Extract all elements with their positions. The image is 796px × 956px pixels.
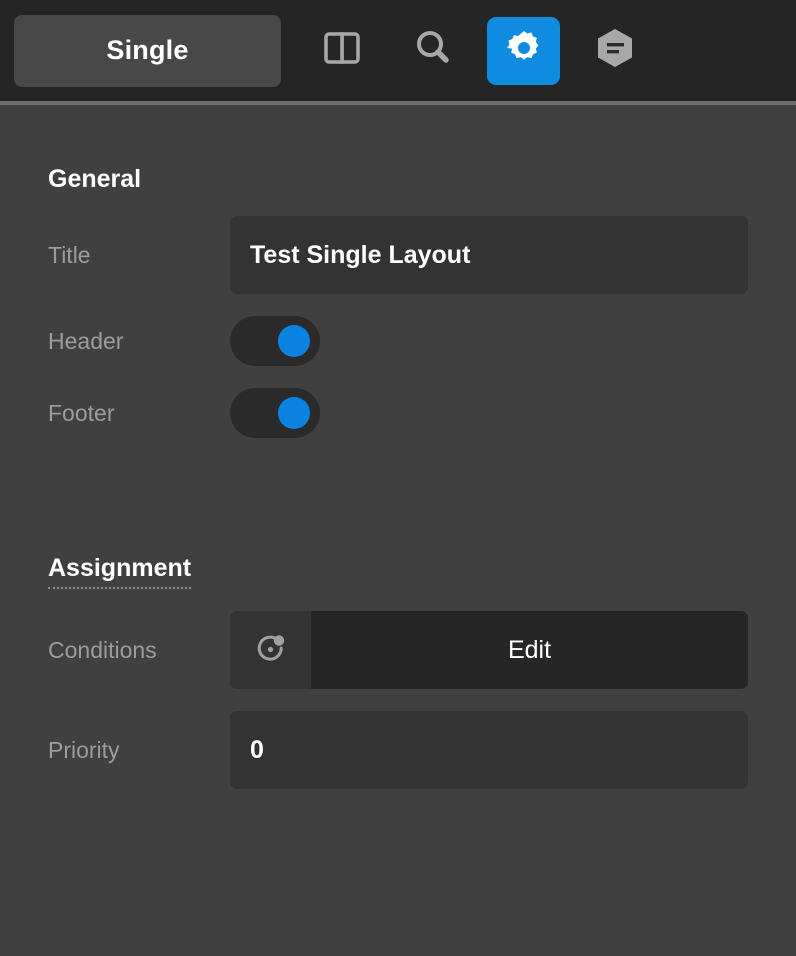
mode-button-single[interactable]: Single xyxy=(14,14,281,87)
title-label: Title xyxy=(48,241,91,268)
search-icon xyxy=(412,27,454,74)
footer-toggle-knob xyxy=(278,397,310,429)
settings-panel: General Title Test Single Layout Header … xyxy=(0,105,796,789)
row-footer: Footer xyxy=(48,388,748,438)
mode-button-label: Single xyxy=(106,35,189,65)
header-toggle-knob xyxy=(278,325,310,357)
conditions-icon-button[interactable] xyxy=(230,611,311,689)
header-toggle[interactable] xyxy=(230,316,320,366)
gear-icon xyxy=(504,28,544,73)
row-priority: Priority 0 xyxy=(48,711,748,789)
toolbar: Single xyxy=(0,0,796,101)
conditions-label: Conditions xyxy=(48,636,157,663)
notes-button[interactable] xyxy=(578,17,651,85)
priority-input[interactable]: 0 xyxy=(230,711,748,789)
footer-toggle[interactable] xyxy=(230,388,320,438)
conditions-control: Edit xyxy=(230,611,748,689)
toolbar-icon-group xyxy=(305,16,651,85)
conditions-edit-button[interactable]: Edit xyxy=(311,611,748,689)
split-layout-icon xyxy=(322,28,362,73)
split-layout-button[interactable] xyxy=(305,17,378,85)
conditions-icon xyxy=(253,630,289,671)
section-heading-assignment[interactable]: Assignment xyxy=(48,554,192,589)
footer-label: Footer xyxy=(48,399,115,426)
row-title: Title Test Single Layout xyxy=(48,216,748,294)
settings-button[interactable] xyxy=(487,16,560,85)
row-conditions: Conditions Edit xyxy=(48,611,748,689)
header-label: Header xyxy=(48,327,124,354)
hexagon-list-icon xyxy=(594,26,636,75)
search-button[interactable] xyxy=(396,17,469,85)
row-header: Header xyxy=(48,316,748,366)
priority-label: Priority xyxy=(48,736,120,763)
title-input[interactable]: Test Single Layout xyxy=(230,216,748,294)
section-heading-general: General xyxy=(48,165,142,193)
